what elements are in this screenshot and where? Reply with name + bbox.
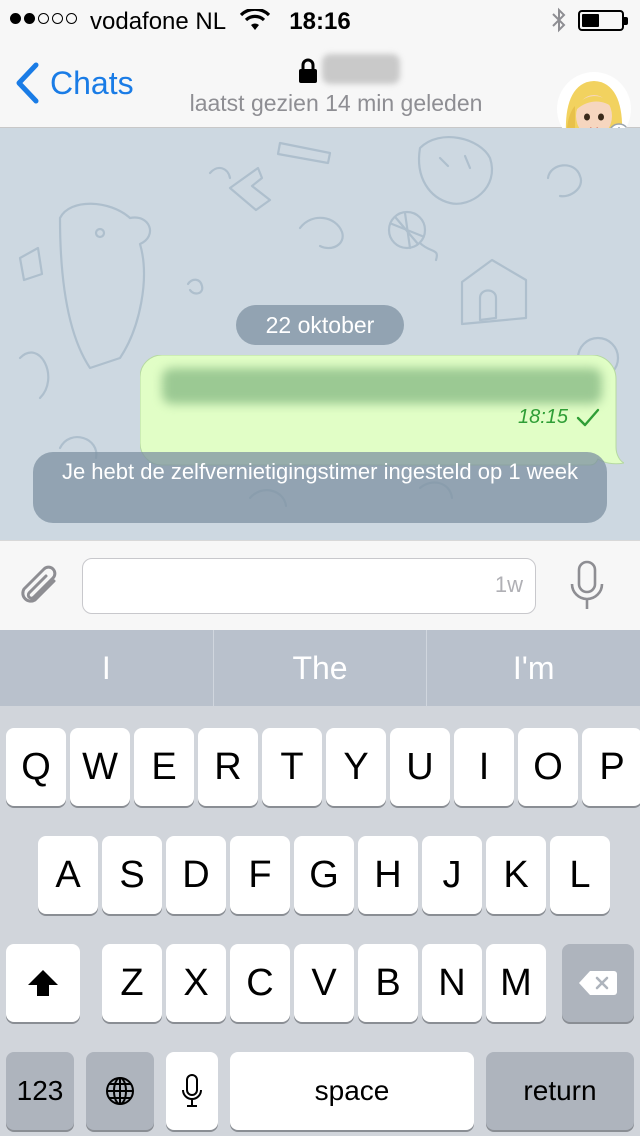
- key-q[interactable]: Q: [6, 728, 66, 806]
- key-i[interactable]: I: [454, 728, 514, 806]
- key-v[interactable]: V: [294, 944, 354, 1022]
- date-separator: 22 oktober: [236, 305, 404, 345]
- key-j[interactable]: J: [422, 836, 482, 914]
- key-s[interactable]: S: [102, 836, 162, 914]
- shift-key[interactable]: [6, 944, 80, 1022]
- key-f[interactable]: F: [230, 836, 290, 914]
- contact-name-redacted[interactable]: [322, 54, 400, 84]
- key-u[interactable]: U: [390, 728, 450, 806]
- key-h[interactable]: H: [358, 836, 418, 914]
- suggestion-3[interactable]: I'm: [427, 630, 640, 706]
- backspace-icon: [579, 971, 617, 995]
- shift-icon: [28, 970, 58, 996]
- key-p[interactable]: P: [582, 728, 640, 806]
- key-n[interactable]: N: [422, 944, 482, 1022]
- keyboard: Q W E R T Y U I O P A S D F G H J K L Z …: [0, 706, 640, 1136]
- key-e[interactable]: E: [134, 728, 194, 806]
- key-y[interactable]: Y: [326, 728, 386, 806]
- message-input[interactable]: 1w: [82, 558, 536, 614]
- lock-icon: [299, 58, 317, 83]
- predictive-suggestions: I The I'm: [0, 630, 640, 706]
- battery-icon: [578, 10, 628, 31]
- check-icon: [576, 408, 600, 427]
- suggestion-1[interactable]: I: [0, 630, 214, 706]
- microphone-icon: [182, 1074, 202, 1107]
- globe-icon: [106, 1077, 134, 1105]
- paperclip-icon[interactable]: [16, 561, 64, 611]
- bluetooth-icon: [552, 7, 566, 33]
- key-c[interactable]: C: [230, 944, 290, 1022]
- key-l[interactable]: L: [550, 836, 610, 914]
- status-bar: vodafone NL 18:16: [0, 0, 640, 40]
- numbers-key[interactable]: 123: [6, 1052, 74, 1130]
- suggestion-2[interactable]: The: [214, 630, 428, 706]
- navigation-bar: Chats laatst gezien 14 min geleden: [0, 40, 640, 146]
- return-key[interactable]: return: [486, 1052, 634, 1130]
- key-w[interactable]: W: [70, 728, 130, 806]
- key-d[interactable]: D: [166, 836, 226, 914]
- message-text-redacted: [162, 368, 602, 404]
- delete-key[interactable]: [562, 944, 634, 1022]
- key-b[interactable]: B: [358, 944, 418, 1022]
- key-t[interactable]: T: [262, 728, 322, 806]
- dictation-key[interactable]: [166, 1052, 218, 1130]
- key-a[interactable]: A: [38, 836, 98, 914]
- key-z[interactable]: Z: [102, 944, 162, 1022]
- space-key[interactable]: space: [230, 1052, 474, 1130]
- self-destruct-timer-button[interactable]: 1w: [495, 572, 523, 598]
- chat-area[interactable]: 22 oktober 18:15 Je hebt de zelfvernieti…: [0, 128, 640, 540]
- last-seen-status: laatst gezien 14 min geleden: [189, 90, 483, 116]
- status-time: 18:16: [289, 8, 351, 35]
- key-g[interactable]: G: [294, 836, 354, 914]
- message-time: 18:15: [518, 406, 569, 428]
- key-r[interactable]: R: [198, 728, 258, 806]
- self-destruct-timer-notice: Je hebt de zelfvernietigingstimer ingest…: [33, 452, 607, 523]
- key-k[interactable]: K: [486, 836, 546, 914]
- key-m[interactable]: M: [486, 944, 546, 1022]
- globe-key[interactable]: [86, 1052, 154, 1130]
- message-input-bar: 1w: [0, 540, 640, 630]
- key-o[interactable]: O: [518, 728, 578, 806]
- key-x[interactable]: X: [166, 944, 226, 1022]
- microphone-icon[interactable]: [568, 560, 606, 612]
